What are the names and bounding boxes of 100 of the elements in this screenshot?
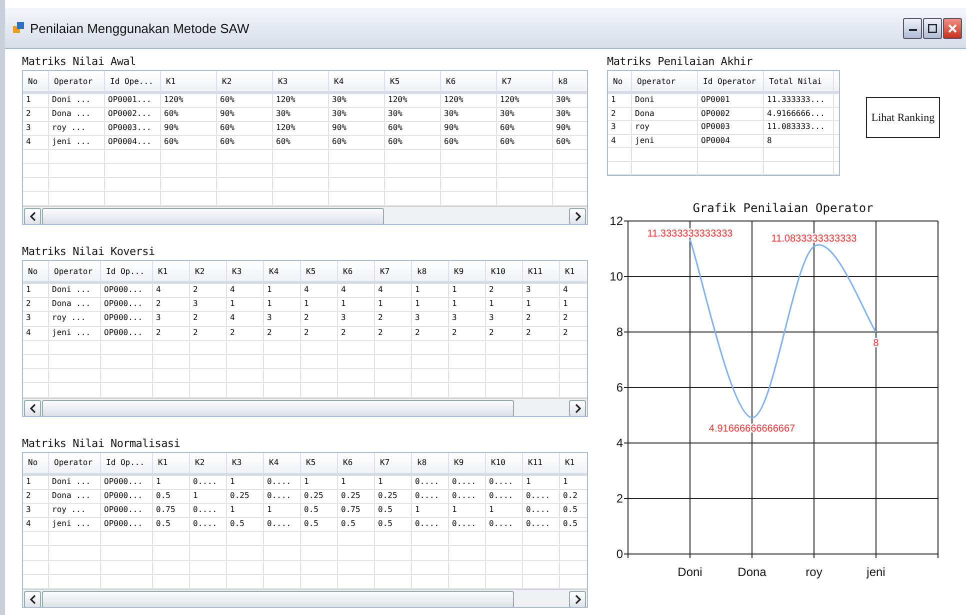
table-cell: 1 bbox=[449, 284, 486, 298]
column-header[interactable]: K3 bbox=[273, 71, 329, 91]
column-header[interactable]: K9 bbox=[449, 261, 486, 281]
y-tick-label: 2 bbox=[616, 492, 623, 506]
column-header[interactable]: K4 bbox=[264, 452, 301, 472]
scrollbar-thumb[interactable] bbox=[42, 208, 384, 224]
table-cell: 0.... bbox=[486, 490, 523, 503]
column-header[interactable]: K6 bbox=[441, 71, 497, 91]
minimize-button[interactable] bbox=[903, 18, 922, 38]
table-cell: 0.... bbox=[523, 518, 560, 532]
table-cell: Doni ... bbox=[49, 94, 105, 107]
table-cell: 2 bbox=[375, 326, 412, 340]
column-header[interactable]: K11 bbox=[523, 261, 560, 281]
column-header[interactable]: K5 bbox=[301, 261, 338, 281]
table-cell: 1 bbox=[23, 284, 49, 298]
column-header[interactable]: No bbox=[23, 261, 49, 281]
close-button[interactable] bbox=[943, 18, 962, 38]
table-cell: 60% bbox=[217, 94, 273, 107]
table-cell: 0.25 bbox=[301, 490, 338, 503]
column-header[interactable]: K7 bbox=[497, 71, 553, 91]
table-cell: 0.... bbox=[412, 518, 449, 532]
table-cell: 90% bbox=[441, 122, 497, 135]
column-header[interactable]: K10 bbox=[486, 452, 523, 472]
table-cell: 1 bbox=[523, 298, 560, 312]
table-cell: 2 bbox=[153, 298, 190, 312]
horizontal-scrollbar[interactable] bbox=[23, 589, 587, 607]
column-header[interactable]: Id Op... bbox=[101, 261, 153, 281]
column-header[interactable]: K4 bbox=[264, 261, 301, 281]
table-cell: 0.5 bbox=[153, 518, 190, 532]
column-header[interactable]: K6 bbox=[338, 261, 375, 281]
table-cell: OP000... bbox=[101, 326, 153, 340]
column-header[interactable]: K2 bbox=[217, 71, 273, 91]
column-header[interactable]: K1 bbox=[560, 452, 587, 472]
column-header[interactable]: K1 bbox=[560, 261, 587, 281]
column-header[interactable]: Id Op... bbox=[101, 452, 153, 472]
column-header[interactable]: K6 bbox=[338, 452, 375, 472]
table-cell: OP0004 bbox=[698, 134, 764, 147]
scrollbar-thumb[interactable] bbox=[42, 400, 514, 416]
table-cell: 0.5 bbox=[560, 504, 587, 518]
table-cell: roy bbox=[632, 121, 698, 134]
horizontal-scrollbar[interactable] bbox=[23, 398, 587, 416]
column-header[interactable]: K11 bbox=[523, 452, 560, 472]
table-cell: 60% bbox=[385, 136, 441, 149]
column-header[interactable]: K2 bbox=[190, 452, 227, 472]
ranking-button[interactable]: Lihat Ranking bbox=[866, 97, 940, 138]
column-header[interactable]: K1 bbox=[153, 452, 190, 472]
table-cell: 3 bbox=[523, 284, 560, 298]
column-header[interactable]: K4 bbox=[329, 71, 385, 91]
column-header[interactable]: K9 bbox=[449, 452, 486, 472]
column-header[interactable]: Id Ope... bbox=[105, 71, 161, 91]
table-cell: 4 bbox=[227, 284, 264, 298]
table-cell: 1 bbox=[23, 476, 49, 489]
y-tick-label: 4 bbox=[616, 436, 623, 450]
table-cell: 3 bbox=[449, 312, 486, 326]
column-header[interactable]: Total Nilai bbox=[764, 71, 834, 91]
x-tick-label: Doni bbox=[678, 565, 702, 579]
table-cell: 4 bbox=[375, 284, 412, 298]
column-header[interactable]: K1 bbox=[153, 261, 190, 281]
section-heading: Matriks Nilai Normalisasi bbox=[22, 436, 182, 450]
table-cell: 2 bbox=[301, 326, 338, 340]
column-header[interactable]: K7 bbox=[375, 452, 412, 472]
column-header[interactable]: K2 bbox=[190, 261, 227, 281]
scrollbar-thumb[interactable] bbox=[42, 591, 514, 607]
y-tick-label: 12 bbox=[610, 214, 623, 228]
table-cell: 2 bbox=[23, 490, 49, 503]
table-cell: 1 bbox=[449, 504, 486, 518]
column-header[interactable]: K5 bbox=[385, 71, 441, 91]
table-cell: 2 bbox=[523, 312, 560, 326]
table-cell: 2 bbox=[523, 326, 560, 340]
column-header[interactable]: k8 bbox=[412, 261, 449, 281]
column-header[interactable]: Operator bbox=[49, 71, 105, 91]
x-tick-label: Dona bbox=[738, 565, 766, 579]
table-cell: 1 bbox=[608, 94, 632, 106]
column-header[interactable]: No bbox=[23, 452, 49, 472]
maximize-button[interactable] bbox=[923, 18, 942, 38]
table-cell: 2 bbox=[227, 326, 264, 340]
table-cell: 90% bbox=[161, 122, 217, 135]
column-header[interactable]: Operator bbox=[49, 261, 101, 281]
column-header[interactable]: Id Operator bbox=[698, 71, 764, 91]
column-header[interactable]: K1 bbox=[161, 71, 217, 91]
column-header[interactable]: Operator bbox=[632, 71, 698, 91]
table-cell: 1 bbox=[412, 298, 449, 312]
column-header[interactable]: K3 bbox=[227, 261, 264, 281]
column-header[interactable]: No bbox=[608, 71, 632, 91]
horizontal-scrollbar[interactable] bbox=[23, 206, 587, 224]
table-cell: 8 bbox=[764, 134, 834, 147]
table-cell: 2 bbox=[560, 312, 587, 326]
column-header[interactable]: K3 bbox=[227, 452, 264, 472]
table-cell: 2 bbox=[412, 326, 449, 340]
section-heading: Matriks Nilai Koversi bbox=[22, 245, 156, 258]
table-cell: 0.25 bbox=[338, 490, 375, 503]
table-cell: OP0002 bbox=[698, 108, 764, 120]
table-cell: 0.5 bbox=[301, 504, 338, 518]
column-header[interactable]: k8 bbox=[412, 452, 449, 472]
column-header[interactable]: K5 bbox=[301, 452, 338, 472]
table-cell: 2 bbox=[190, 326, 227, 340]
column-header[interactable]: K10 bbox=[486, 261, 523, 281]
column-header[interactable]: Operator bbox=[49, 452, 101, 472]
column-header[interactable]: K7 bbox=[375, 261, 412, 281]
column-header[interactable]: No bbox=[23, 71, 49, 91]
